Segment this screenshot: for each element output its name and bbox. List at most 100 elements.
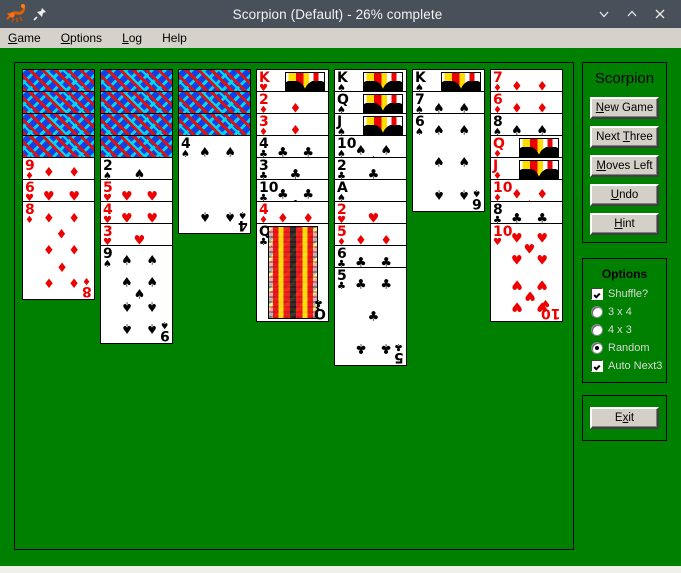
card-pips: ♠ ♠ ♠ ♠ — [191, 138, 244, 231]
options-panel: Options Shuffle? 3 x 4 4 x 3 Random Auto Nex… — [582, 258, 667, 383]
maximize-button[interactable] — [619, 1, 645, 27]
radio-3-x-4[interactable] — [591, 306, 603, 318]
card-pip: ♥ — [536, 231, 549, 247]
card-index-bottom-right: Q ♣ — [314, 297, 326, 321]
card-pip: ♥ — [536, 276, 549, 292]
card-pips: ♠ ♠ ♠ ♠ ♠ ♠ — [425, 116, 478, 209]
card-pip: ♠ — [120, 320, 133, 336]
status-bar — [0, 566, 681, 573]
title-bar: Scorpion (Default) - 26% complete — [0, 0, 681, 28]
menu-item-log[interactable]: Log — [122, 31, 142, 45]
court-card-art — [268, 226, 318, 319]
card-pip: ♣ — [380, 277, 393, 293]
card[interactable]: 9 ♠ ♠ ♠ ♠ ♠ ♠ ♠ ♠ ♠ ♠ 9 ♠ — [100, 245, 173, 344]
card-pip: ♠ — [133, 287, 146, 302]
card-pip: ♠ — [146, 320, 159, 336]
close-button[interactable] — [647, 1, 673, 27]
option-row-4-x-3[interactable]: 4 x 3 — [583, 321, 666, 339]
option-label: Shuffle? — [608, 288, 649, 300]
menu-bar: Game Options Log Help — [0, 28, 681, 48]
card-pip: ♠ — [146, 298, 159, 314]
card[interactable]: 8 ♦ ♦ ♦ ♦ ♦ ♦ ♦ ♦ ♦ 8 ♦ — [22, 201, 95, 300]
exit-button[interactable]: Exit — [590, 407, 659, 429]
card[interactable]: Q ♣ Q ♣ — [256, 223, 329, 322]
card[interactable]: 10 ♥ ♥ ♥ ♥ ♥ ♥ ♥ ♥ ♥ ♥ ♥ 10 ♥ — [490, 223, 563, 322]
option-row-auto-next3[interactable]: Auto Next3 — [583, 357, 666, 375]
card-pip: ♥ — [510, 253, 523, 269]
radio-random[interactable] — [591, 342, 603, 354]
card-pip: ♠ — [458, 186, 471, 202]
option-row-3-x-4[interactable]: 3 x 4 — [583, 303, 666, 321]
card-pip: ♠ — [120, 275, 133, 291]
exit-panel: Exit — [582, 395, 667, 441]
button-next-three[interactable]: Next Three — [590, 126, 659, 148]
radio-4-x-3[interactable] — [591, 324, 603, 336]
button-undo[interactable]: Undo — [590, 184, 659, 206]
scorpion-icon — [6, 4, 28, 24]
card-pip: ♦ — [68, 274, 81, 290]
card-pip: ♣ — [302, 187, 315, 203]
card-pip: ♦ — [42, 211, 55, 227]
court-card-art — [519, 160, 559, 180]
option-row-shuffle[interactable]: Shuffle? — [583, 285, 666, 303]
card-pip: ♦ — [510, 187, 523, 203]
card-pip: ♠ — [146, 275, 159, 291]
card-pip: ♠ — [432, 186, 445, 202]
card-pip: ♥ — [510, 231, 523, 247]
control-buttons: New Game Next Three Moves Left Undo Hint — [583, 97, 666, 235]
card-pip: ♠ — [120, 298, 133, 314]
card-pip: ♥ — [523, 287, 536, 303]
game-client-area: 9 ♦ ♦ ♦ 6 ♥ ♥ ♥ 8 ♦ ♦ ♦ ♦ ♦ ♦ ♦ ♦ ♦ 8 ♦ 2 ♠ ♠ 5 ♥ ♥ ♥ 4 ♥ ♥ ♥ 3 ♥ ♥ 9 ♠ ♠ ♠ ♠ ♠… — [0, 48, 681, 566]
court-card-art — [441, 72, 481, 92]
tableau-panel[interactable]: 9 ♦ ♦ ♦ 6 ♥ ♥ ♥ 8 ♦ ♦ ♦ ♦ ♦ ♦ ♦ ♦ ♦ 8 ♦ 2 ♠ ♠ 5 ♥ ♥ ♥ 4 ♥ ♥ ♥ 3 ♥ ♥ 9 ♠ ♠ ♠ ♠ ♠… — [14, 62, 574, 550]
card-pip: ♣ — [354, 277, 367, 293]
card-pip: ♠ — [432, 123, 445, 139]
card-pip: ♣ — [380, 340, 393, 356]
pin-icon[interactable] — [32, 6, 48, 22]
menu-item-game[interactable]: Game — [8, 31, 41, 45]
card-pip: ♦ — [68, 243, 81, 258]
card-pip: ♦ — [68, 165, 81, 181]
card[interactable]: 5 ♣ ♣ ♣ ♣ ♣ ♣ 5 ♣ — [334, 267, 407, 366]
side-panels: Scorpion New Game Next Three Moves Left Und… — [582, 62, 667, 441]
card-pip: ♠ — [458, 155, 471, 170]
court-card-art — [285, 72, 325, 92]
card-pip: ♠ — [198, 208, 211, 224]
button-moves-left[interactable]: Moves Left — [590, 155, 659, 177]
court-card-art — [519, 138, 559, 158]
card-pip: ♣ — [367, 309, 380, 324]
card-pips: ♣ ♣ ♣ ♣ ♣ — [347, 270, 400, 363]
card-pip: ♠ — [198, 145, 211, 161]
card-pip: ♥ — [536, 253, 549, 269]
options-list: Shuffle? 3 x 4 4 x 3 Random Auto Next3 — [583, 285, 666, 382]
card-pip: ♦ — [42, 274, 55, 290]
court-card-art — [363, 72, 403, 92]
card-index-bottom-right: 5 ♣ — [394, 341, 404, 365]
option-row-random[interactable]: Random — [583, 339, 666, 357]
button-new-game[interactable]: New Game — [590, 97, 659, 119]
card-pip: ♠ — [224, 145, 237, 161]
checkbox-auto-next3[interactable] — [591, 360, 603, 372]
menu-item-options[interactable]: Options — [61, 31, 102, 45]
card-pip: ♥ — [523, 242, 536, 258]
title-bar-icons — [0, 4, 86, 24]
card-index-top-left: 4 ♠ — [181, 136, 191, 160]
card[interactable]: 6 ♠ ♠ ♠ ♠ ♠ ♠ ♠ 6 ♠ — [412, 113, 485, 212]
menu-item-help[interactable]: Help — [162, 31, 187, 45]
card-pip: ♦ — [68, 211, 81, 227]
minimize-button[interactable] — [591, 1, 617, 27]
button-hint[interactable]: Hint — [590, 213, 659, 235]
window-title: Scorpion (Default) - 26% complete — [232, 6, 443, 22]
option-label: Auto Next3 — [608, 360, 663, 372]
card-index-top-left: 8 ♦ — [25, 202, 35, 226]
card-pip: ♠ — [120, 253, 133, 269]
checkbox-shuffle[interactable] — [591, 288, 603, 300]
card[interactable]: 4 ♠ ♠ ♠ ♠ ♠ 4 ♠ — [178, 135, 251, 234]
court-card-art — [363, 94, 403, 114]
card-pip: ♦ — [55, 258, 68, 274]
card-index-top-left: 5 ♣ — [337, 268, 347, 292]
scorpion-game-window: Scorpion (Default) - 26% complete Game O… — [0, 0, 681, 573]
card-pip: ♦ — [536, 187, 549, 203]
card-index-bottom-right: 6 ♠ — [472, 187, 482, 211]
card-index-bottom-right: 4 ♠ — [238, 209, 248, 233]
